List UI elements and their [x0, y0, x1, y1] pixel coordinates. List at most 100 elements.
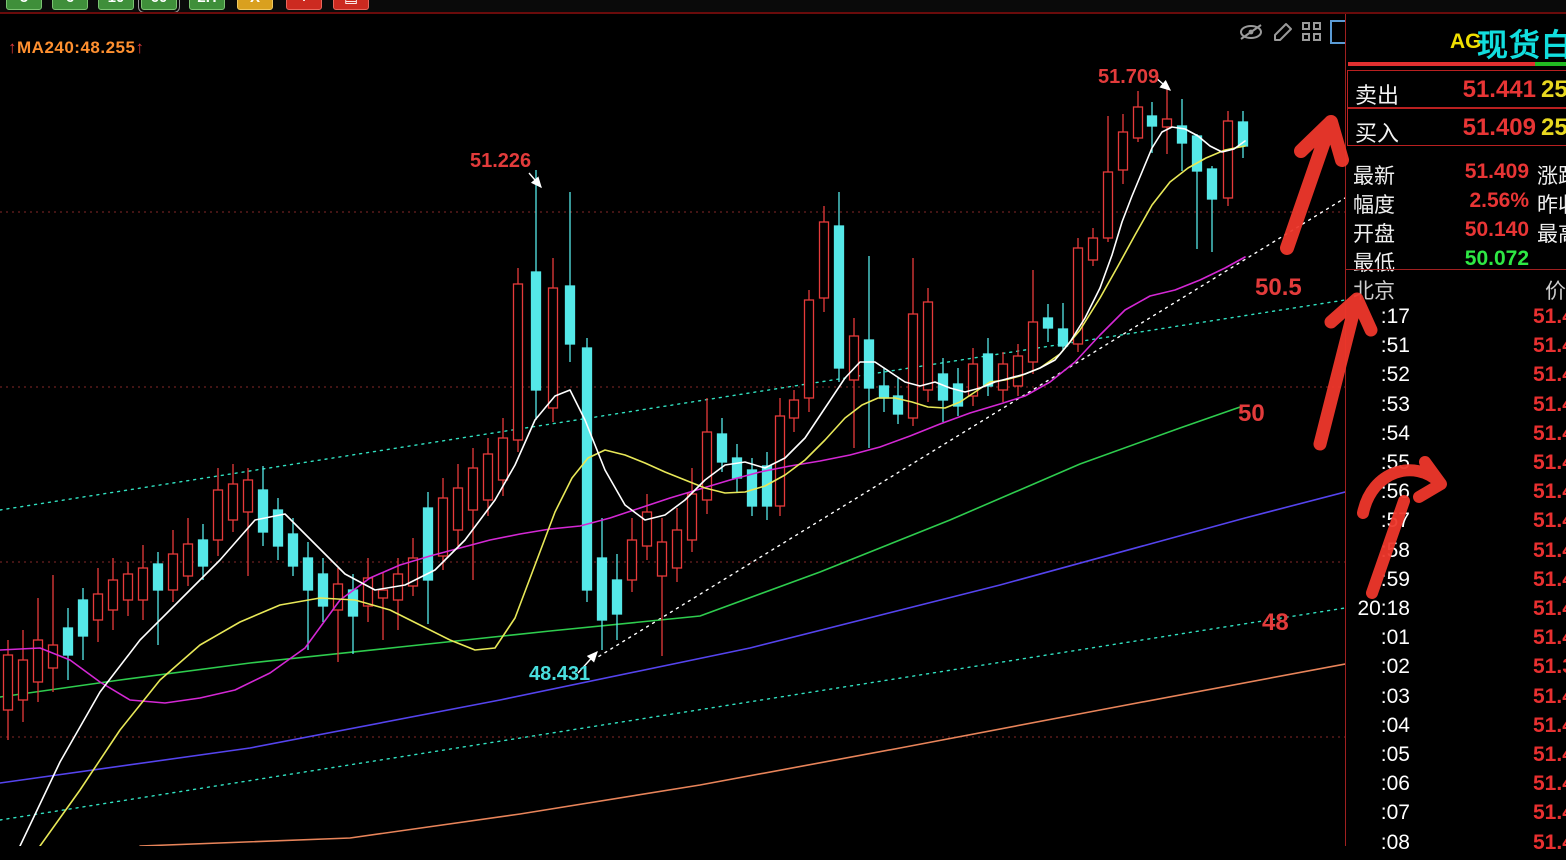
tick-row[interactable]: :0351.4 — [1346, 685, 1566, 714]
trendline-line — [593, 198, 1345, 660]
tick-row[interactable]: :5251.4 — [1346, 363, 1566, 392]
price-annotation-label: 48 — [1262, 609, 1289, 637]
stat-row-开盘: 开盘50.140最高 — [1346, 216, 1566, 245]
stat-label: 最低 — [1353, 247, 1395, 277]
tick-time: :03 — [1346, 685, 1410, 709]
tick-row[interactable]: :5551.4 — [1346, 451, 1566, 480]
tick-price: 51.4 — [1533, 568, 1566, 592]
tick-price: 51.4 — [1533, 305, 1566, 329]
tick-time: :52 — [1346, 363, 1410, 387]
stat-row-最新: 最新 51.409 涨跌 — [1346, 158, 1566, 187]
toolbar-button-6[interactable]: 6 — [52, 0, 88, 10]
price-annotation-label: 50.5 — [1255, 274, 1302, 302]
tick-row[interactable]: :0851.4 — [1346, 831, 1566, 860]
tick-row[interactable]: :0151.4 — [1346, 626, 1566, 655]
tick-time: :57 — [1346, 509, 1410, 533]
tick-price: 51.4 — [1533, 334, 1566, 358]
tick-time: :51 — [1346, 334, 1410, 358]
stat-value: 51.409 — [1404, 160, 1529, 184]
tick-time: :59 — [1346, 568, 1410, 592]
trading-app: { "toolbar": { "buttons": [ {"label":"5"… — [0, 0, 1566, 846]
channel-lower-line — [0, 608, 1345, 820]
hide-eye-icon[interactable] — [1238, 21, 1264, 43]
toolbar-button-10[interactable]: 10 — [98, 0, 134, 10]
price-annotation-label: 48.431 — [529, 663, 590, 686]
price-annotation-label: 51.709 — [1098, 66, 1159, 89]
tick-price: 51.4 — [1533, 509, 1566, 533]
channel-upper-line — [0, 300, 1345, 510]
draw-pencil-icon[interactable] — [1272, 21, 1294, 43]
stat-value: 50.072 — [1404, 247, 1529, 271]
tick-time: :05 — [1346, 743, 1410, 767]
stat-label: 开盘 — [1353, 218, 1395, 248]
price-annotation-label: 51.226 — [470, 150, 531, 173]
tick-time: :55 — [1346, 451, 1410, 475]
stat-value: 50.140 — [1404, 218, 1529, 242]
tick-price: 51.4 — [1533, 743, 1566, 767]
tick-price: 51.4 — [1533, 393, 1566, 417]
tick-price: 51.4 — [1533, 772, 1566, 796]
tick-row[interactable]: :06 51.4 — [1346, 772, 1566, 801]
tick-row[interactable]: :59 51.4 — [1346, 568, 1566, 597]
tick-price: 51.4 — [1533, 422, 1566, 446]
grid-layout-icon[interactable] — [1302, 22, 1322, 42]
timeframe-toolbar: 56 10 60 2H X + ▤ — [0, 0, 1566, 12]
tick-row[interactable]: :1751.4 — [1346, 305, 1566, 334]
toolbar-button-▤[interactable]: ▤ — [333, 0, 369, 10]
tick-row[interactable]: :5451.4 — [1346, 422, 1566, 451]
tick-time: :56 — [1346, 480, 1410, 504]
candles — [4, 89, 1248, 740]
tick-time: :08 — [1346, 831, 1410, 855]
toolbar-button-60[interactable]: 60 — [141, 0, 177, 10]
tick-list-city-header: 北京 — [1353, 275, 1395, 305]
sell-price: 51.441 — [1408, 76, 1536, 104]
symbol-name: 现货白银 — [1477, 20, 1566, 65]
quote-panel: AG 现货白银 卖出 51.441 25 买入 51.409 25 最新51.4… — [1345, 14, 1566, 846]
toolbar-button-x[interactable]: X — [237, 0, 273, 10]
tick-row[interactable]: :58 51.4 — [1346, 539, 1566, 568]
ma-magenta-line — [0, 257, 1245, 703]
tick-time: :07 — [1346, 801, 1410, 825]
tick-list-header: 北京 价格 — [1346, 275, 1566, 301]
tick-time: :06 — [1346, 772, 1410, 796]
stat-label-secondary: 涨跌 — [1537, 160, 1566, 190]
buy-quote-row[interactable]: 买入 51.409 25 — [1347, 108, 1566, 146]
tick-row[interactable]: :0451.4 — [1346, 714, 1566, 743]
chart-canvas[interactable] — [0, 14, 1345, 846]
tick-price: 51.4 — [1533, 539, 1566, 563]
toolbar-divider — [0, 12, 1566, 14]
ma-indicator-label: ↑MA240:48.255↑ — [8, 38, 144, 58]
tick-price: 51.4 — [1533, 597, 1566, 621]
tick-time: :53 — [1346, 393, 1410, 417]
tick-row[interactable]: :56 51.4 — [1346, 480, 1566, 509]
tick-row[interactable]: :53 51.4 — [1346, 393, 1566, 422]
toolbar-button-2h[interactable]: 2H — [189, 0, 225, 10]
price-annotation-label: 50 — [1238, 400, 1265, 428]
tick-time: 20:18 — [1346, 597, 1410, 621]
stat-label: 幅度 — [1353, 189, 1395, 219]
up-arrow-icon: ↑ — [135, 38, 144, 57]
ma240-orange-line — [140, 664, 1345, 846]
pointer-arrow-icon — [529, 173, 541, 187]
tick-price: 51.4 — [1533, 480, 1566, 504]
tick-row[interactable]: :07 51.4 — [1346, 801, 1566, 830]
chart-area[interactable]: ↑MA240:48.255↑ 51.226 51.709 48.431 50.5 50 4… — [0, 14, 1345, 846]
toolbar-button-+[interactable]: + — [286, 0, 322, 10]
tick-price: 51.4 — [1533, 801, 1566, 825]
tick-row[interactable]: :05 51.4 — [1346, 743, 1566, 772]
sell-quote-row[interactable]: 卖出 51.441 25 — [1347, 70, 1566, 108]
sell-label: 卖出 — [1355, 78, 1399, 110]
tick-price: 51.4 — [1533, 626, 1566, 650]
header-divider-red — [1348, 62, 1535, 66]
tick-row[interactable]: :51 51.4 — [1346, 334, 1566, 363]
stat-row-幅度: 幅度2.56%昨收 — [1346, 187, 1566, 216]
tick-row[interactable]: :0251.3 — [1346, 655, 1566, 684]
tick-list-price-header: 价格 — [1545, 275, 1566, 305]
toolbar-button-5[interactable]: 5 — [6, 0, 42, 10]
buy-label: 买入 — [1355, 116, 1399, 148]
tick-row[interactable]: 20:18 51.4 — [1346, 597, 1566, 626]
buy-qty: 25 — [1541, 114, 1566, 142]
tick-row[interactable]: :57 51.4 — [1346, 509, 1566, 538]
stat-label: 最新 — [1353, 160, 1395, 190]
tick-time: :58 — [1346, 539, 1410, 563]
